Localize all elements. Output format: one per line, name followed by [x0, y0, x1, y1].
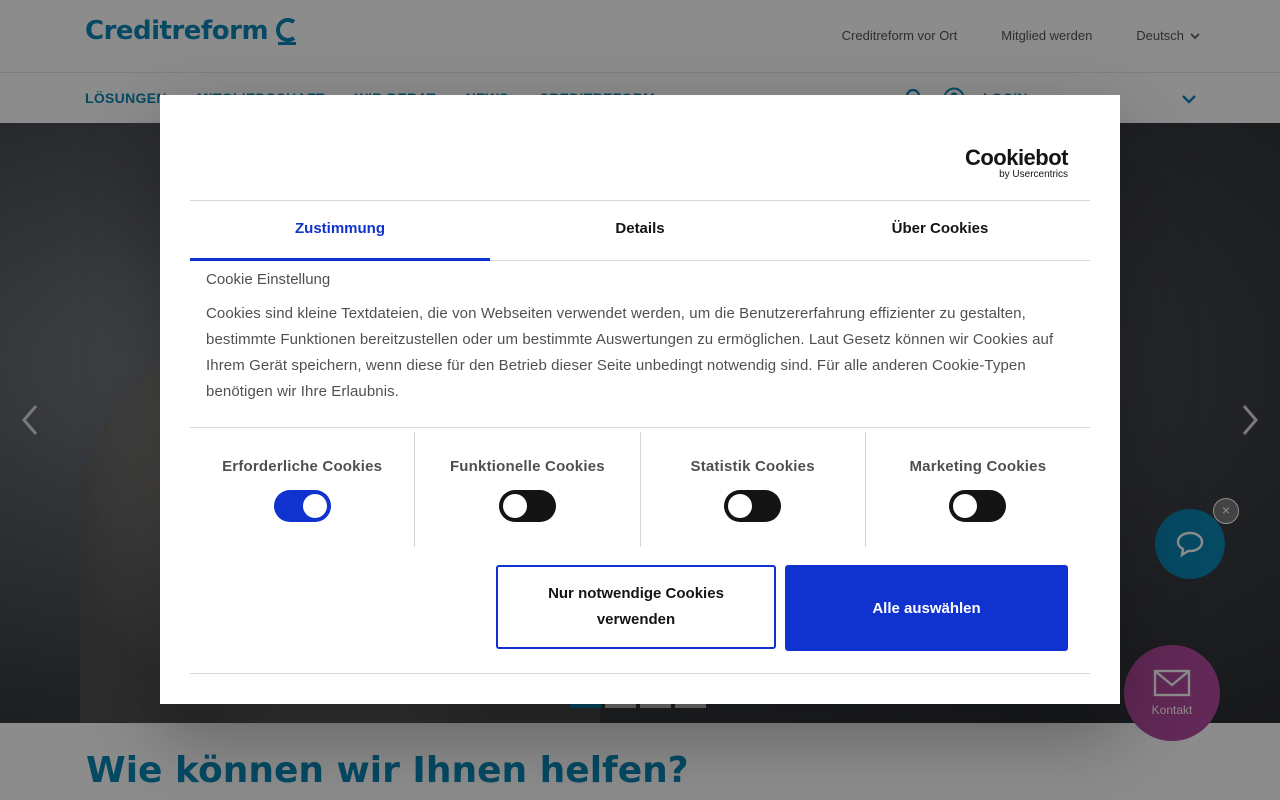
category-label: Erforderliche Cookies: [222, 458, 383, 475]
statistics-toggle[interactable]: [724, 490, 782, 522]
necessary-toggle[interactable]: [273, 490, 331, 522]
divider: [190, 673, 1090, 674]
dialog-header: Cookiebot by Usercentrics: [190, 95, 1090, 201]
tab-ueber-cookies[interactable]: Über Cookies: [790, 201, 1090, 260]
toggle-knob: [302, 494, 327, 518]
consent-title: Cookie Einstellung: [206, 271, 331, 288]
consent-description: Cookies sind kleine Textdateien, die von…: [206, 305, 1054, 400]
category-label: Statistik Cookies: [690, 458, 815, 475]
cookiebot-logo-main: Cookiebot: [964, 145, 1069, 170]
cookiebot-logo-sub: by Usercentrics: [999, 169, 1068, 180]
toggle-knob: [728, 494, 753, 518]
toggle-knob: [953, 494, 978, 518]
marketing-toggle[interactable]: [949, 490, 1007, 522]
toggle-knob: [502, 494, 527, 518]
category-statistics: Statistik Cookies: [639, 432, 865, 547]
category-label: Funktionelle Cookies: [449, 458, 605, 475]
use-necessary-cookies-label: Nur notwendige Cookies verwenden: [548, 585, 724, 628]
tab-zustimmung[interactable]: Zustimmung: [190, 201, 490, 261]
category-necessary: Erforderliche Cookies: [190, 432, 414, 547]
divider: [190, 427, 1090, 428]
dialog-tabs: Zustimmung Details Über Cookies: [190, 201, 1090, 261]
category-functional: Funktionelle Cookies: [414, 432, 639, 547]
use-necessary-cookies-button[interactable]: Nur notwendige Cookies verwenden: [496, 565, 776, 649]
consent-body: Cookie Einstellung Cookies sind kleine T…: [206, 269, 1076, 405]
tab-details[interactable]: Details: [490, 201, 790, 260]
category-marketing: Marketing Cookies: [864, 432, 1090, 547]
cookiebot-logo[interactable]: Cookiebot by Usercentrics: [964, 145, 1069, 181]
select-all-button[interactable]: Alle auswählen: [785, 565, 1068, 651]
functional-toggle[interactable]: [498, 490, 556, 522]
cookie-consent-dialog: Cookiebot by Usercentrics Zustimmung Det…: [160, 95, 1120, 704]
cookie-categories: Erforderliche Cookies Funktionelle Cooki…: [190, 432, 1090, 547]
category-label: Marketing Cookies: [909, 458, 1047, 475]
